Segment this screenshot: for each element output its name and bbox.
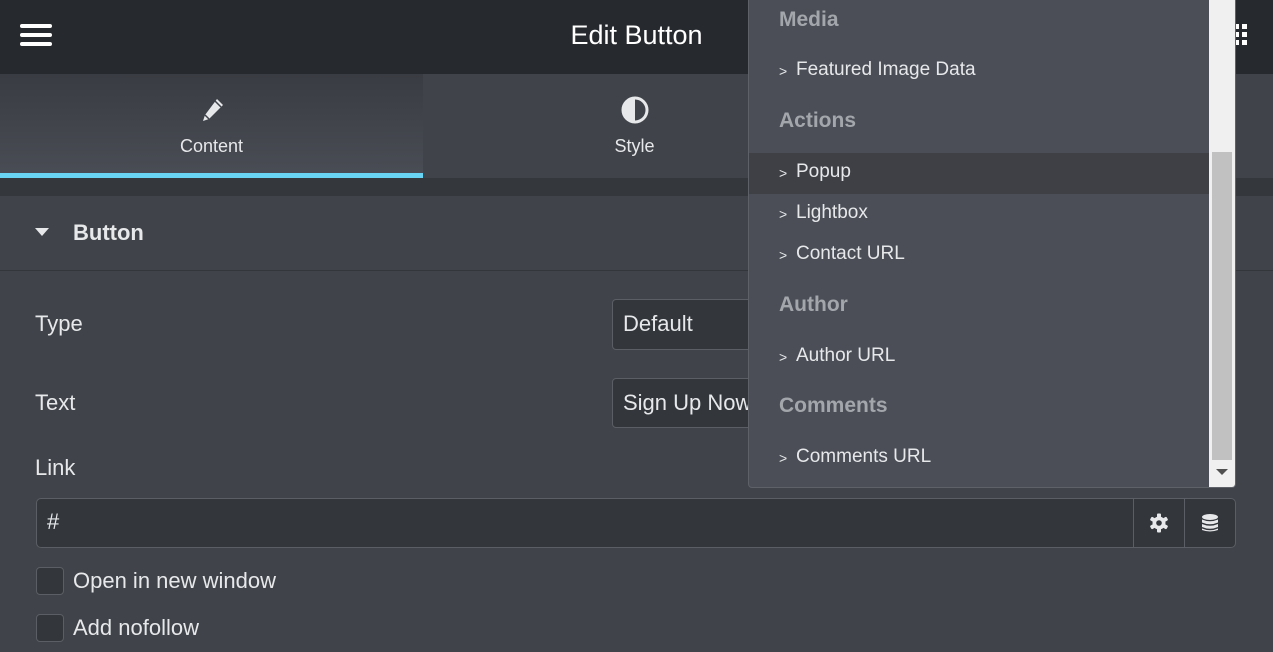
dynamic-tags-button[interactable]: [1184, 499, 1235, 547]
chevron-right-icon: >: [779, 206, 788, 222]
gear-icon: [1150, 513, 1168, 533]
link-settings-button[interactable]: [1133, 499, 1184, 547]
pencil-icon: [202, 99, 223, 121]
tab-content-label: Content: [179, 136, 244, 156]
type-label: Type: [35, 311, 83, 336]
chevron-right-icon: >: [779, 63, 788, 79]
database-icon: [1202, 514, 1218, 532]
group-media: Media: [779, 8, 839, 31]
tag-lightbox[interactable]: > Lightbox: [749, 194, 1209, 235]
text-label: Text: [35, 390, 76, 415]
group-actions: Actions: [779, 109, 857, 132]
group-author: Author: [779, 293, 848, 316]
scrollbar-thumb[interactable]: [1212, 152, 1232, 460]
tab-content[interactable]: Content: [0, 74, 423, 178]
chevron-right-icon: >: [779, 247, 788, 263]
contrast-icon: [621, 96, 648, 124]
link-input[interactable]: #: [36, 498, 1236, 548]
tag-featured-image-data[interactable]: > Featured Image Data: [749, 51, 1209, 92]
scroll-down-arrow-icon[interactable]: [1216, 469, 1228, 475]
chevron-right-icon: >: [779, 349, 788, 365]
group-comments: Comments: [779, 394, 888, 417]
nofollow-label: Add nofollow: [73, 615, 199, 640]
tag-popup[interactable]: > Popup: [749, 153, 1209, 194]
chevron-right-icon: >: [779, 165, 788, 181]
nofollow-checkbox[interactable]: [36, 614, 64, 642]
open-new-window-label: Open in new window: [73, 568, 277, 593]
chevron-right-icon: >: [779, 450, 788, 466]
dynamic-tags-dropdown: Media > Featured Image Data Actions > Po…: [748, 0, 1236, 488]
caret-down-icon: [35, 228, 49, 236]
tag-comments-url[interactable]: > Comments URL: [749, 438, 1209, 479]
tag-contact-url[interactable]: > Contact URL: [749, 235, 1209, 276]
link-value[interactable]: #: [47, 509, 59, 535]
section-title: Button: [73, 220, 144, 245]
grid-icon[interactable]: [1234, 24, 1248, 48]
tag-author-url[interactable]: > Author URL: [749, 337, 1209, 378]
open-new-window-checkbox[interactable]: [36, 567, 64, 595]
link-label: Link: [35, 455, 76, 480]
dropdown-scrollbar[interactable]: [1209, 0, 1235, 487]
